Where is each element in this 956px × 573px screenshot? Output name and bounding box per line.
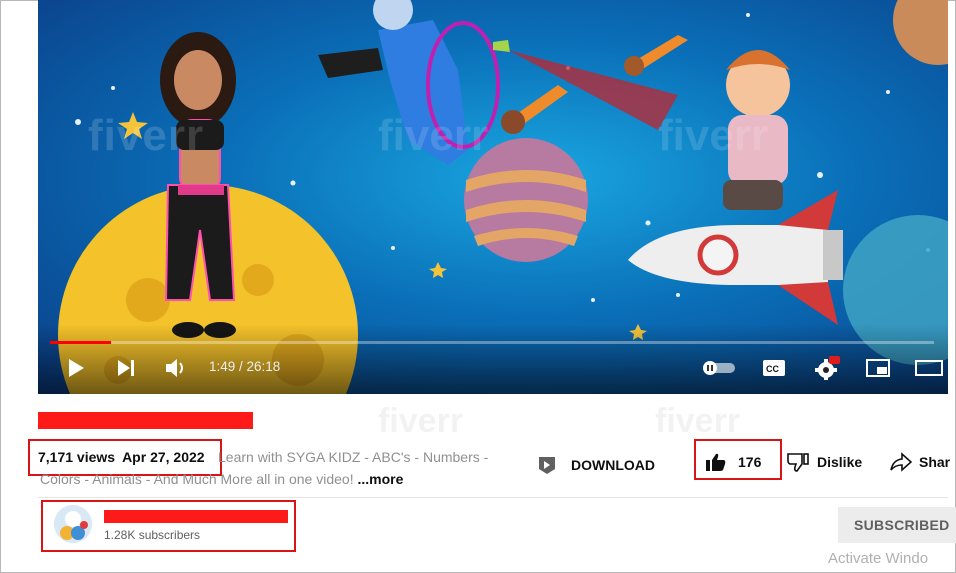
subscribed-button[interactable]: SUBSCRIBED — [838, 507, 956, 543]
share-icon — [890, 452, 912, 472]
time-display: 1:49 / 26:18 — [209, 359, 281, 374]
annotation-box-channel — [41, 500, 296, 552]
miniplayer-button[interactable] — [864, 356, 892, 380]
download-icon — [539, 457, 555, 474]
description-line-1: Learn with SYGA KIDZ - ABC's - Numbers - — [218, 449, 489, 465]
volume-button[interactable] — [163, 356, 189, 380]
annotation-box-likes — [694, 439, 782, 480]
download-label: DOWNLOAD — [571, 457, 655, 473]
svg-text:fiverr: fiverr — [658, 111, 768, 160]
description-line-2-text: Colors - Animals - And Much More all in … — [40, 471, 354, 487]
next-button[interactable] — [114, 356, 138, 380]
svg-text:fiverr: fiverr — [88, 111, 204, 160]
progress-bar[interactable] — [50, 341, 934, 344]
video-player[interactable]: fiverr fiverr fiverr 1:49 / 26:18 CC — [38, 0, 948, 394]
svg-text:fiverr: fiverr — [655, 402, 740, 440]
section-divider — [38, 497, 948, 498]
play-button[interactable] — [64, 356, 88, 380]
captions-button[interactable]: CC — [761, 357, 787, 379]
captions-icon: CC — [763, 360, 785, 376]
settings-icon — [815, 356, 840, 380]
video-title-redacted — [38, 412, 253, 429]
volume-icon — [166, 359, 183, 377]
more-link[interactable]: ...more — [357, 471, 403, 487]
autoplay-toggle[interactable] — [701, 358, 737, 378]
svg-text:fiverr: fiverr — [378, 402, 463, 440]
svg-text:fiverr: fiverr — [378, 111, 488, 160]
dislike-label: Dislike — [817, 454, 863, 470]
svg-text:CC: CC — [766, 364, 779, 374]
progress-bar-played — [50, 341, 111, 344]
fiverr-watermark-lower: fiverr fiverr — [378, 402, 740, 440]
download-button[interactable]: DOWNLOAD — [537, 452, 655, 478]
play-icon — [69, 359, 84, 377]
activate-windows-watermark: Activate Windo — [828, 550, 929, 567]
autoplay-toggle-icon — [703, 361, 735, 375]
dislike-button[interactable]: Dislike — [787, 450, 862, 474]
settings-button[interactable] — [812, 354, 842, 382]
next-icon — [118, 360, 134, 376]
share-button[interactable]: Shar — [890, 450, 950, 474]
theater-mode-button[interactable] — [914, 356, 944, 380]
theater-icon — [915, 360, 943, 376]
miniplayer-icon — [866, 359, 890, 377]
thumbs-down-icon — [787, 453, 809, 472]
description-line-2[interactable]: Colors - Animals - And Much More all in … — [40, 471, 403, 487]
share-label: Shar — [919, 454, 951, 470]
